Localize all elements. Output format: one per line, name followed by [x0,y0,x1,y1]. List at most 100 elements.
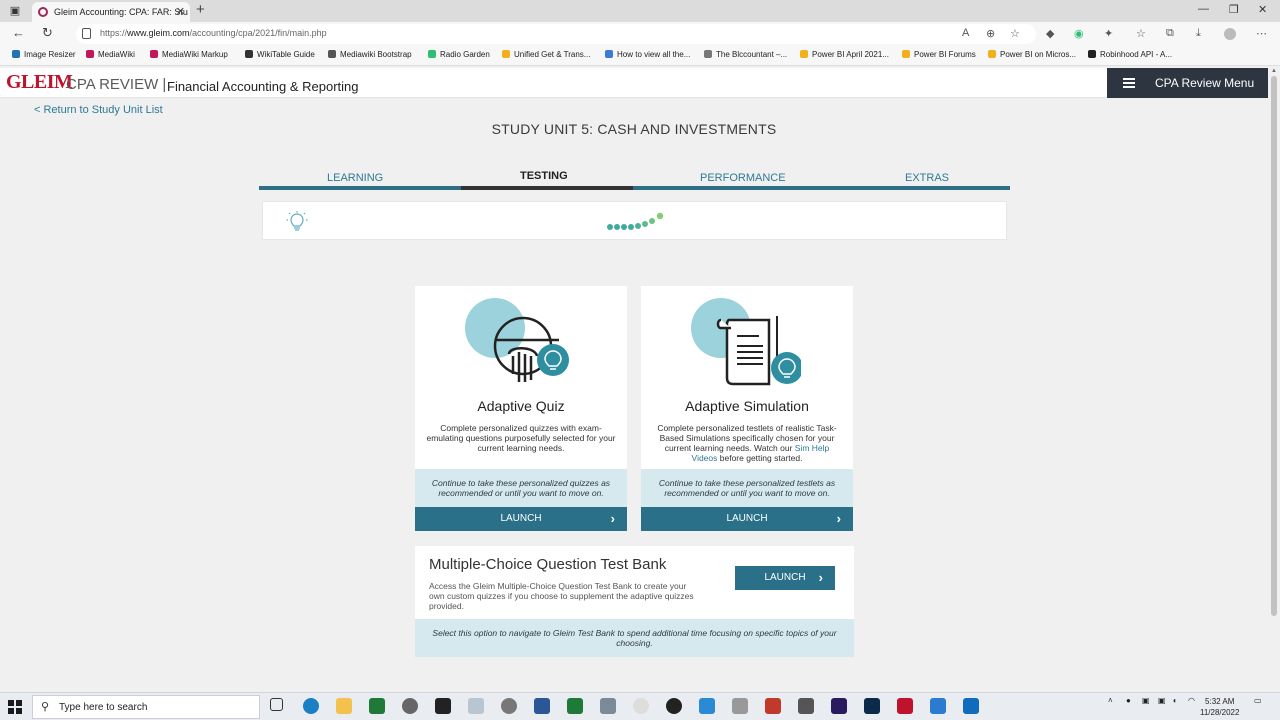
extensions-puzzle-icon[interactable]: ✦ [1104,27,1113,40]
section-tabs: LEARNING TESTING PERFORMANCE EXTRAS [259,168,1010,190]
edge-icon[interactable] [303,698,319,714]
bookmark-item[interactable]: Power BI on Micros... [988,50,1076,59]
address-bar-row: ← ↻ https://www.gleim.com/accounting/cpa… [0,22,1280,46]
bookmark-favicon-icon [605,50,613,58]
task-view-icon[interactable] [270,698,283,711]
file-explorer-icon[interactable] [336,698,352,714]
volume-icon[interactable]: ◖ [1172,696,1177,705]
windows-start-icon[interactable] [8,700,22,714]
back-icon[interactable]: ← [12,25,25,40]
tray-app-icon[interactable]: ▣ [1142,696,1150,705]
clock-app-icon[interactable] [633,698,649,714]
adaptive-simulation-note: Continue to take these personalized test… [641,469,853,507]
tab-extras[interactable]: EXTRAS [905,172,949,184]
bookmark-item[interactable]: MediaWiki Markup [150,50,228,59]
bookmark-item[interactable]: Unified Get & Trans... [502,50,590,59]
system-clock[interactable]: 5:32 AM 11/28/2022 [1200,696,1239,718]
word-icon[interactable] [534,698,550,714]
minimize-icon[interactable]: — [1198,3,1209,15]
launch-label: LAUNCH [764,572,806,583]
settings-icon[interactable] [402,698,418,714]
bookmark-item[interactable]: Mediawiki Bootstrap [328,50,412,59]
tabs-underline [259,186,1010,190]
browser-tab[interactable]: Gleim Accounting: CPA: FAR: Stu ✕ [32,2,190,22]
launch-label: LAUNCH [726,513,768,524]
microphone-icon[interactable]: ● [1126,696,1131,705]
adaptive-quiz-launch-button[interactable]: LAUNCH › [415,507,627,531]
tray-app-icon[interactable]: ▣ [1158,696,1166,705]
excel-icon[interactable] [567,698,583,714]
zoom-icon[interactable]: ⊕ [986,27,995,40]
bookmark-label: Power BI on Micros... [1000,50,1077,59]
calculator-icon[interactable] [600,698,616,714]
launch-label: LAUNCH [500,513,542,524]
favorites-icon[interactable]: ☆ [1136,27,1146,40]
excel-app-icon[interactable] [369,698,385,714]
extension-green-icon[interactable]: ◉ [1074,27,1084,40]
bookmark-item[interactable]: Power BI April 2021... [800,50,889,59]
page-scrollbar[interactable]: ▲ [1268,68,1280,692]
active-tab-indicator [461,186,633,190]
wifi-icon[interactable]: ◠ [1188,696,1195,705]
adaptive-quiz-card: Adaptive Quiz Complete personalized quiz… [415,286,627,531]
url-input[interactable]: https://www.gleim.com/accounting/cpa/202… [76,24,1036,44]
collections-icon[interactable]: ⧉ [1166,27,1174,40]
mc-test-bank-launch-button[interactable]: LAUNCH › [735,566,835,590]
tab-performance[interactable]: PERFORMANCE [700,172,786,184]
favorite-star-icon[interactable]: ☆ [1010,27,1020,40]
bookmark-item[interactable]: Power BI Forums [902,50,976,59]
bookmark-item[interactable]: MediaWiki [86,50,135,59]
tab-close-icon[interactable]: ✕ [176,2,185,22]
premiere-icon[interactable] [831,698,847,714]
database-icon[interactable] [732,698,748,714]
scroll-up-icon[interactable]: ▲ [1271,68,1277,74]
bookmark-favicon-icon [12,50,20,58]
tab-testing[interactable]: TESTING [520,170,568,182]
bookmark-item[interactable]: Radio Garden [428,50,490,59]
new-tab-icon[interactable]: + [196,1,205,18]
mc-test-bank-title: Multiple-Choice Question Test Bank [429,556,667,573]
adaptive-simulation-launch-button[interactable]: LAUNCH › [641,507,853,531]
app-icon[interactable] [930,698,946,714]
photoshop-icon[interactable] [864,698,880,714]
taskbar-search-input[interactable]: ⚲ Type here to search [32,695,260,719]
bookmark-favicon-icon [245,50,253,58]
profile-avatar[interactable] [1224,28,1236,40]
adaptive-simulation-title: Adaptive Simulation [685,398,809,414]
tray-chevron-icon[interactable]: ˄ [1108,696,1113,705]
site-header: GLEIM CPA REVIEW | Financial Accounting … [0,68,1268,98]
app-icon[interactable] [468,698,484,714]
outlook-icon[interactable] [963,698,979,714]
app-icon[interactable] [501,698,517,714]
extension-icon[interactable]: ◆ [1046,27,1054,40]
vscode-icon[interactable] [699,698,715,714]
tab-title: Gleim Accounting: CPA: FAR: Stu [54,7,188,17]
lightbulb-icon [286,211,308,231]
tab-learning[interactable]: LEARNING [327,172,383,184]
terminal-icon[interactable] [435,698,451,714]
cpa-review-menu-button[interactable]: CPA Review Menu [1107,68,1268,98]
bookmark-item[interactable]: Image Resizer [12,50,76,59]
return-to-study-unit-list-link[interactable]: < Return to Study Unit List [34,104,163,116]
url-text: https://www.gleim.com/accounting/cpa/202… [100,28,327,38]
scroll-thumb[interactable] [1271,76,1277,616]
bookmark-label: How to view all the... [617,50,691,59]
app-icon[interactable] [765,698,781,714]
app-icon[interactable] [798,698,814,714]
refresh-icon[interactable]: ↻ [42,25,53,41]
window-menu-icon[interactable]: ▣ [8,4,22,18]
downloads-icon[interactable]: ⤓ [1196,27,1201,40]
window-close-icon[interactable]: ✕ [1258,3,1267,16]
acrobat-icon[interactable] [897,698,913,714]
bookmark-item[interactable]: The Blccountant –... [704,50,787,59]
maximize-icon[interactable]: ❐ [1229,3,1239,16]
chevron-right-icon: › [836,511,841,526]
bookmark-item[interactable]: WikiTable Guide [245,50,315,59]
bookmark-item[interactable]: How to view all the... [605,50,690,59]
app-icon[interactable] [666,698,682,714]
more-icon[interactable]: ⋯ [1256,27,1267,40]
read-aloud-icon[interactable]: A [962,27,969,39]
notifications-icon[interactable]: ▭ [1254,696,1262,705]
gleim-logo[interactable]: GLEIM [6,71,73,94]
bookmark-item[interactable]: Robinhood API - A... [1088,50,1172,59]
